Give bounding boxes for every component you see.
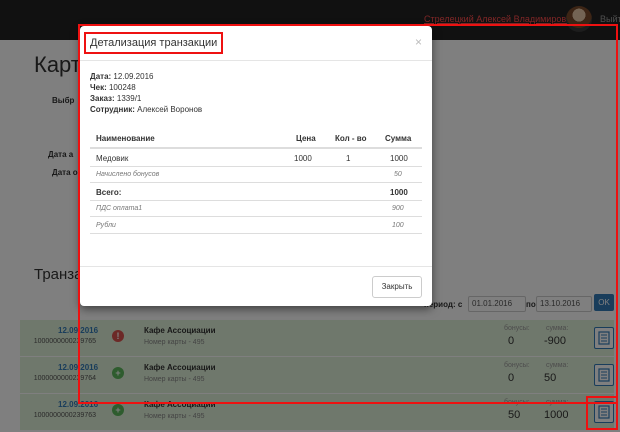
item-name: Медовик	[96, 154, 129, 163]
payment-row-name: ПДС оплата1	[96, 205, 143, 212]
info-check-value: 100248	[108, 83, 136, 92]
table-row-divider	[90, 216, 422, 217]
info-date: Дата: 12.09.2016	[90, 72, 153, 81]
modal-title: Детализация транзакции	[84, 32, 224, 54]
table-header-divider	[90, 147, 422, 149]
info-employee-label: Сотрудник:	[90, 105, 135, 114]
info-order-value: 1339/1	[116, 94, 142, 103]
header-qty: Кол - во	[335, 134, 367, 143]
header-price: Цена	[296, 134, 316, 143]
info-order: Заказ: 1339/1	[90, 94, 141, 103]
table-row-divider	[90, 233, 422, 234]
info-date-value: 12.09.2016	[113, 72, 154, 81]
bonus-row-sum: 50	[394, 171, 402, 178]
modal-footer-divider	[80, 266, 432, 267]
table-row-divider	[90, 200, 422, 201]
info-date-label: Дата:	[90, 72, 112, 81]
payment-row-sum: 900	[392, 205, 404, 212]
info-employee: Сотрудник: Алексей Воронов	[90, 105, 202, 114]
info-check-label: Чек:	[90, 83, 107, 92]
item-qty: 1	[346, 154, 351, 163]
info-order-label: Заказ:	[90, 94, 115, 103]
bonus-row-name: Начислено бонусов	[96, 171, 160, 178]
modal-header: Детализация транзакции ×	[80, 26, 432, 61]
transaction-details-modal: Детализация транзакции × Дата: 12.09.201…	[80, 26, 432, 306]
total-row-name: Всего:	[96, 188, 122, 197]
item-sum: 1000	[390, 154, 408, 163]
close-button[interactable]: Закрыть	[372, 276, 422, 298]
header-sum: Сумма	[385, 134, 412, 143]
table-row-divider	[90, 182, 422, 183]
rubles-row-name: Рубли	[96, 222, 116, 229]
item-price: 1000	[294, 154, 312, 163]
close-icon[interactable]: ×	[415, 35, 422, 49]
total-row-sum: 1000	[390, 188, 408, 197]
info-employee-value: Алексей Воронов	[137, 105, 203, 114]
table-row-divider	[90, 166, 422, 167]
rubles-row-sum: 100	[392, 222, 404, 229]
header-name: Наименование	[96, 134, 155, 143]
info-check: Чек: 100248	[90, 83, 136, 92]
